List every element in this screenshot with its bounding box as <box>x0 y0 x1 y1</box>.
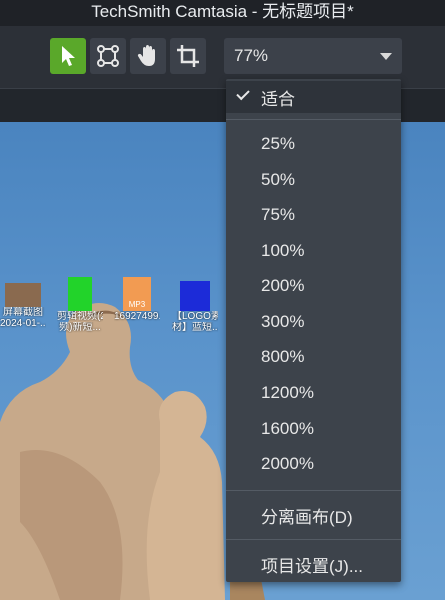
video-file-icon <box>68 277 92 311</box>
crop-tool-button[interactable] <box>170 38 206 74</box>
desktop-icon-label: 材】蓝短... <box>172 322 218 333</box>
desktop-icon-label: 16927499... <box>114 311 160 322</box>
desktop-icon-label: 频)新短... <box>59 322 101 333</box>
menu-item-label: 75% <box>261 205 296 224</box>
menu-item-label: 2000% <box>261 454 314 473</box>
title-bar: TechSmith Camtasia - 无标题项目* <box>0 0 445 26</box>
menu-item-zoom[interactable]: 25% <box>226 128 401 160</box>
menu-separator <box>226 539 401 540</box>
menu-item-fit[interactable]: 适合 <box>226 81 401 113</box>
arrow-pointer-icon <box>62 46 75 66</box>
desktop-icon[interactable]: 【LOGO素 材】蓝短... <box>172 277 218 333</box>
desktop-icon-label: 【LOGO素 <box>172 311 218 322</box>
audio-file-icon: MP3 <box>123 277 151 311</box>
menu-item-zoom[interactable]: 2000% <box>226 448 401 480</box>
menu-item-zoom[interactable]: 200% <box>226 270 401 302</box>
menu-item-label: 项目设置(J)... <box>261 556 363 576</box>
zoom-level-dropdown[interactable]: 77% <box>224 38 402 74</box>
menu-item-label: 适合 <box>261 89 295 109</box>
menu-item-label: 100% <box>261 241 305 260</box>
menu-item-zoom[interactable]: 75% <box>226 199 401 231</box>
hand-icon <box>137 45 155 66</box>
menu-item-zoom[interactable]: 100% <box>226 235 401 267</box>
desktop-icon-label: 2024-01-... <box>0 318 46 329</box>
menu-item-project-settings[interactable]: 项目设置(J)... <box>226 548 401 580</box>
window-title: TechSmith Camtasia - 无标题项目* <box>91 1 354 21</box>
zoom-level-value: 77% <box>234 46 269 65</box>
menu-item-label: 1600% <box>261 419 314 438</box>
menu-item-detach-canvas[interactable]: 分离画布(D) <box>226 499 401 531</box>
menu-item-label: 200% <box>261 276 305 295</box>
chevron-down-icon <box>380 53 392 60</box>
menu-separator <box>226 490 401 491</box>
zoom-dropdown-menu: 适合 25% 50% 75% 100% 200% 300% 800% 1200%… <box>226 79 401 582</box>
vector-points-icon <box>97 45 119 67</box>
desktop-icon-label: 屏幕截图 <box>3 307 43 318</box>
mp3-badge: MP3 <box>128 300 146 309</box>
desktop-icon[interactable]: 剪辑视频(2 频)新短... <box>57 277 103 333</box>
edit-points-tool-button[interactable] <box>90 38 126 74</box>
select-tool-button[interactable] <box>50 38 86 74</box>
menu-item-zoom[interactable]: 300% <box>226 306 401 338</box>
menu-item-label: 800% <box>261 347 305 366</box>
crop-icon <box>177 45 199 67</box>
menu-item-zoom[interactable]: 1200% <box>226 377 401 409</box>
menu-item-label: 1200% <box>261 383 314 402</box>
desktop-icon-label: 剪辑视频(2 <box>57 311 103 322</box>
menu-item-label: 50% <box>261 170 296 189</box>
video-file-icon <box>180 281 210 311</box>
desktop-icon[interactable]: MP3 16927499... <box>114 277 160 322</box>
pan-tool-button[interactable] <box>130 38 166 74</box>
menu-item-zoom[interactable]: 1600% <box>226 413 401 445</box>
check-icon <box>236 86 250 101</box>
menu-item-label: 300% <box>261 312 305 331</box>
desktop-icon[interactable]: 屏幕截图 2024-01-... <box>0 277 46 329</box>
image-file-icon <box>5 283 41 307</box>
menu-separator <box>226 119 401 120</box>
menu-item-zoom[interactable]: 50% <box>226 164 401 196</box>
menu-item-label: 分离画布(D) <box>261 507 353 527</box>
menu-item-zoom[interactable]: 800% <box>226 341 401 373</box>
menu-item-label: 25% <box>261 134 296 153</box>
